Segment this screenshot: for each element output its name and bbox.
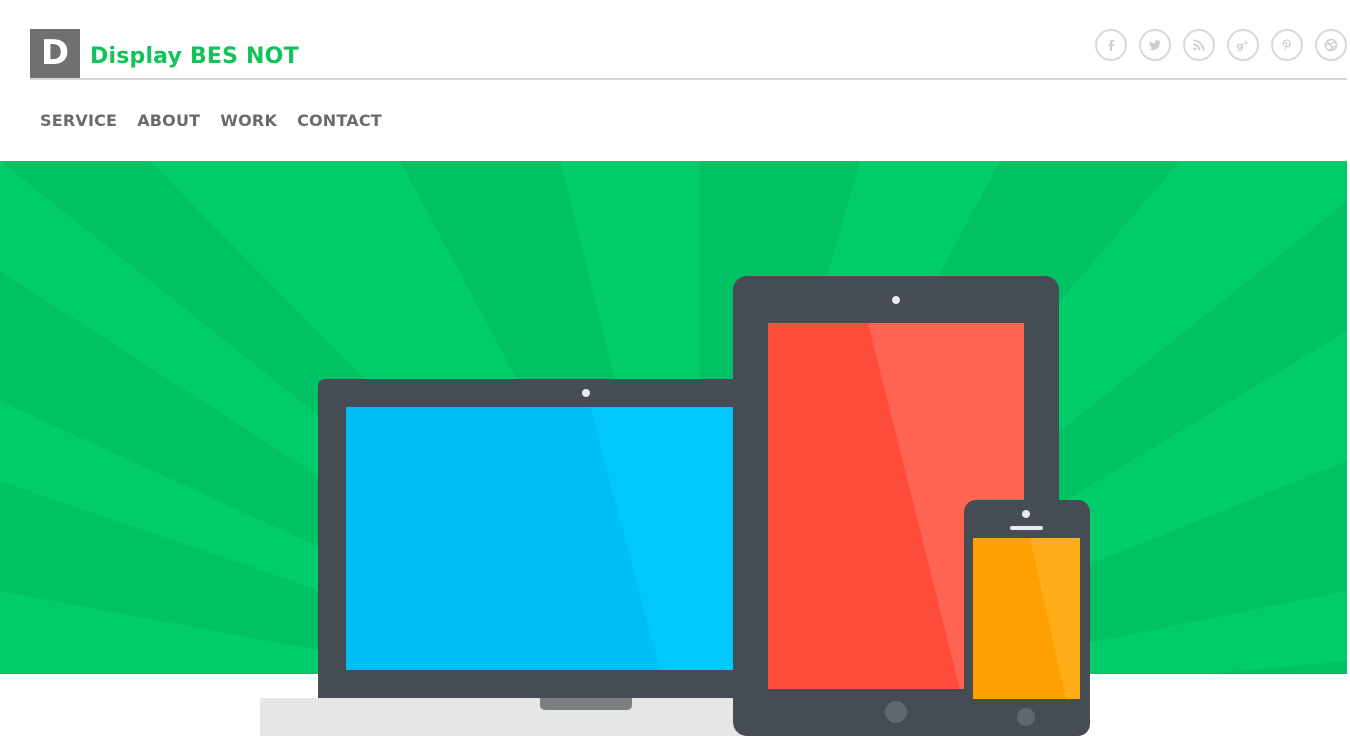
site-title[interactable]: Display BES NOT	[90, 44, 299, 69]
sunburst-background	[0, 161, 1347, 674]
pinterest-icon[interactable]	[1271, 29, 1303, 61]
facebook-icon[interactable]	[1095, 29, 1127, 61]
hero-banner	[0, 161, 1347, 674]
svg-text:+: +	[1243, 39, 1249, 47]
nav-item-about[interactable]: ABOUT	[137, 111, 200, 130]
nav-item-work[interactable]: WORK	[220, 111, 277, 130]
nav-item-contact[interactable]: CONTACT	[297, 111, 382, 130]
main-nav: SERVICE ABOUT WORK CONTACT	[40, 111, 382, 130]
dribbble-icon[interactable]	[1315, 29, 1347, 61]
nav-item-service[interactable]: SERVICE	[40, 111, 117, 130]
logo[interactable]: D	[30, 29, 80, 78]
rss-icon[interactable]	[1183, 29, 1215, 61]
site-header: D Display BES NOT g +	[30, 29, 1347, 80]
social-links: g +	[1095, 29, 1347, 61]
google-plus-icon[interactable]: g +	[1227, 29, 1259, 61]
twitter-icon[interactable]	[1139, 29, 1171, 61]
